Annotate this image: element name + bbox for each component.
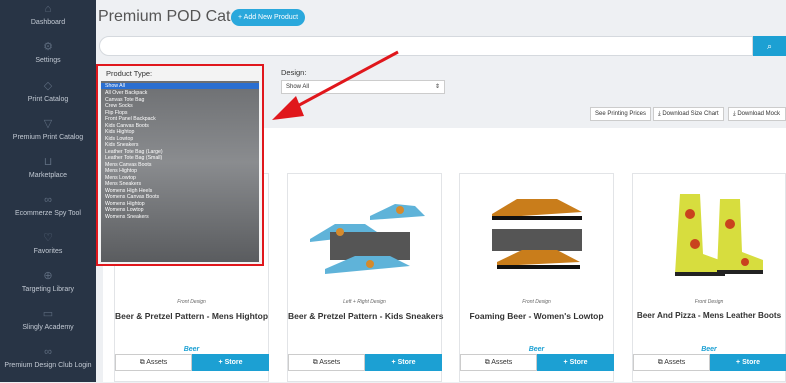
shirt-icon: ▽ bbox=[43, 118, 53, 130]
home-icon: ⌂ bbox=[44, 3, 52, 15]
dropdown-option[interactable]: Mens Hightop bbox=[105, 168, 137, 174]
dropdown-option[interactable]: Flip Flops bbox=[105, 110, 128, 116]
dropdown-option[interactable]: Womens Sneakers bbox=[105, 214, 149, 220]
dropdown-option[interactable]: Mens Canvas Boots bbox=[105, 162, 151, 168]
design-select-value: Show All bbox=[286, 84, 310, 90]
add-new-product-button[interactable]: + Add New Product bbox=[231, 9, 306, 26]
sidebar: ⌂ Dashboard ⚙ Settings ◇ Print Catalog ▽ Pre… bbox=[0, 0, 96, 382]
design-label: Front Design bbox=[177, 299, 206, 305]
sidebar-item-slingly-academy[interactable]: ▭ Slingly Academy bbox=[0, 309, 96, 345]
product-name[interactable]: Foaming Beer - Women's Lowtop bbox=[460, 311, 613, 321]
download-mockups-button[interactable]: ⤓ Download Mock bbox=[728, 107, 786, 121]
sidebar-item-ecommerze-spy-tool[interactable]: ∞ Ecommerze Spy Tool bbox=[0, 195, 96, 231]
add-to-store-button[interactable]: + Store bbox=[537, 354, 614, 371]
dropdown-option[interactable]: Kids Lowtop bbox=[105, 136, 133, 142]
product-image bbox=[492, 199, 582, 269]
design-label: Front Design bbox=[522, 299, 551, 305]
dropdown-option[interactable]: Canvas Tote Bag bbox=[105, 97, 144, 103]
chevron-updown-icon: ⇕ bbox=[434, 84, 440, 90]
dropdown-option[interactable]: Womens Hightop bbox=[105, 201, 145, 207]
sidebar-item-premium-design-club[interactable]: ∞ Premium Design Club Login bbox=[0, 347, 96, 383]
sidebar-item-dashboard[interactable]: ⌂ Dashboard bbox=[0, 4, 96, 40]
search-input[interactable] bbox=[99, 36, 753, 56]
design-label: Design: bbox=[281, 68, 307, 77]
download-size-chart-button[interactable]: ⤓ Download Size Chart bbox=[653, 107, 724, 121]
sidebar-item-marketplace[interactable]: ⊔ Marketplace bbox=[0, 157, 96, 193]
product-image bbox=[310, 204, 425, 274]
tag-icon: ◇ bbox=[43, 80, 53, 92]
cart-icon: ⊔ bbox=[43, 156, 53, 168]
dropdown-option[interactable]: Leather Tote Bag (Large) bbox=[105, 149, 163, 155]
gear-icon: ⚙ bbox=[43, 41, 53, 53]
assets-label: Assets bbox=[664, 359, 686, 366]
assets-label: Assets bbox=[491, 359, 513, 366]
product-type-label: Product Type: bbox=[106, 69, 153, 78]
product-image bbox=[675, 194, 763, 276]
link-icon: ∞ bbox=[44, 194, 52, 206]
sidebar-item-print-catalog[interactable]: ◇ Print Catalog bbox=[0, 81, 96, 117]
design-label: Front Design bbox=[694, 299, 724, 305]
dropdown-option[interactable]: Show All bbox=[101, 83, 259, 90]
dropdown-option[interactable]: Womens Lowtop bbox=[105, 207, 144, 213]
add-to-store-button[interactable]: + Store bbox=[710, 354, 786, 371]
see-printing-prices-button[interactable]: See Printing Prices bbox=[590, 107, 652, 121]
target-icon: ⊕ bbox=[43, 270, 53, 282]
product-card[interactable]: Front Design Foaming Beer - Women's Lowt… bbox=[459, 173, 614, 382]
brand-label: Beer bbox=[183, 346, 200, 353]
assets-button[interactable]: ⧉ Assets bbox=[460, 354, 537, 371]
sidebar-item-targeting-library[interactable]: ⊕ Targeting Library bbox=[0, 271, 96, 307]
product-name[interactable]: Beer & Pretzel Pattern - Mens Hightop bbox=[115, 311, 268, 321]
product-type-dropdown[interactable]: Show All All Over Backpack Canvas Tote B… bbox=[101, 81, 259, 262]
design-label: Left + Right Design bbox=[343, 299, 386, 305]
product-card[interactable]: Left + Right Design Beer & Pretzel Patte… bbox=[287, 173, 443, 382]
assets-label: Assets bbox=[319, 359, 341, 366]
dropdown-option[interactable]: Kids Canvas Boots bbox=[105, 123, 149, 129]
brand-label: Beer bbox=[701, 346, 717, 353]
dropdown-option[interactable]: Crew Socks bbox=[105, 103, 133, 109]
assets-label: Assets bbox=[146, 359, 168, 366]
dropdown-option[interactable]: Womens High Heels bbox=[105, 188, 152, 194]
design-select[interactable]: Show All ⇕ bbox=[281, 80, 445, 94]
dropdown-option[interactable]: Kids Sneakers bbox=[105, 142, 138, 148]
dropdown-option[interactable]: Front Panel Backpack bbox=[105, 116, 156, 122]
product-card[interactable]: Front Design Beer And Pizza - Mens Leath… bbox=[632, 173, 786, 382]
download-mockups-label: Download Mock bbox=[737, 111, 781, 117]
add-to-store-button[interactable]: + Store bbox=[192, 354, 269, 371]
add-to-store-button[interactable]: + Store bbox=[365, 354, 442, 371]
sidebar-item-settings[interactable]: ⚙ Settings bbox=[0, 42, 96, 78]
assets-button[interactable]: ⧉ Assets bbox=[633, 354, 710, 371]
dropdown-option[interactable]: Kids Hightop bbox=[105, 129, 134, 135]
brand-label: Beer bbox=[528, 346, 545, 353]
product-name[interactable]: Beer And Pizza - Mens Leather Boots bbox=[633, 311, 785, 320]
dropdown-option[interactable]: Leather Tote Bag (Small) bbox=[105, 155, 162, 161]
option-label: Show All bbox=[105, 83, 125, 89]
product-name[interactable]: Beer & Pretzel Pattern - Kids Sneakers bbox=[288, 311, 443, 321]
assets-button[interactable]: ⧉ Assets bbox=[115, 354, 192, 371]
download-size-chart-label: Download Size Chart bbox=[662, 111, 719, 117]
link-icon: ∞ bbox=[44, 346, 52, 358]
dropdown-option[interactable]: Womens Canvas Boots bbox=[105, 194, 159, 200]
dropdown-option[interactable]: Mens Sneakers bbox=[105, 181, 141, 187]
assets-button[interactable]: ⧉ Assets bbox=[288, 354, 365, 371]
search-icon: ⌕ bbox=[766, 41, 773, 51]
search-button[interactable]: ⌕ bbox=[753, 36, 786, 56]
dropdown-option[interactable]: Mens Lowtop bbox=[105, 175, 136, 181]
sidebar-item-premium-print-catalog[interactable]: ▽ Premium Print Catalog bbox=[0, 119, 96, 155]
heart-icon: ♡ bbox=[43, 232, 53, 244]
dropdown-option[interactable]: All Over Backpack bbox=[105, 90, 147, 96]
sidebar-item-favorites[interactable]: ♡ Favorites bbox=[0, 233, 96, 269]
monitor-icon: ▭ bbox=[42, 308, 54, 320]
